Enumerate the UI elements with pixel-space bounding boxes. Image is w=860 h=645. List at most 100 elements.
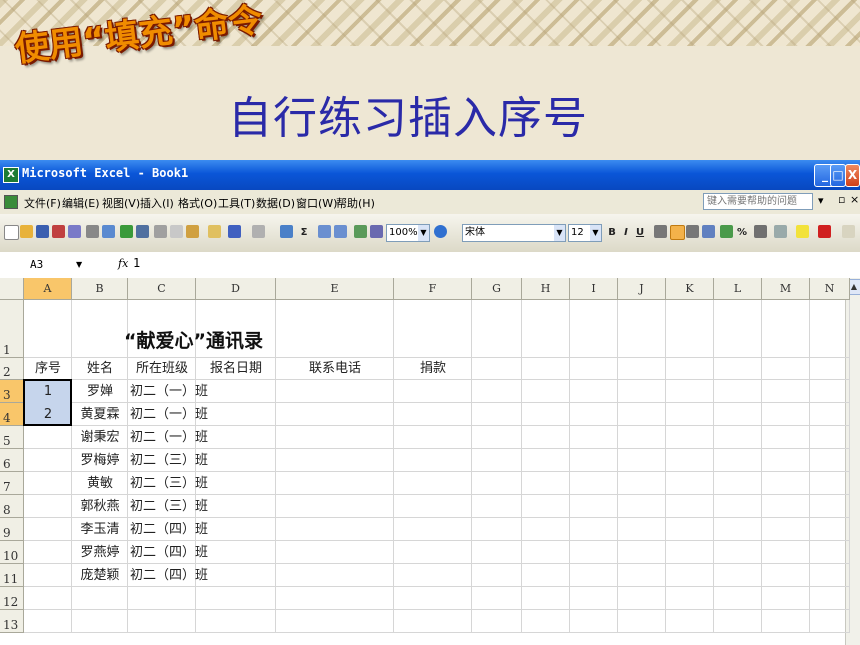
cell[interactable]	[276, 564, 394, 587]
serial-cell[interactable]	[24, 426, 72, 449]
cell[interactable]	[666, 403, 714, 426]
menu-edit[interactable]: 编辑(E)	[62, 195, 100, 211]
cell[interactable]	[394, 300, 472, 358]
menu-help[interactable]: 帮助(H)	[336, 195, 375, 211]
cell[interactable]	[196, 403, 276, 426]
cell[interactable]	[196, 380, 276, 403]
menu-tools[interactable]: 工具(T)	[218, 195, 255, 211]
cell[interactable]	[522, 495, 570, 518]
column-header-b[interactable]: B	[72, 278, 128, 300]
name-cell[interactable]: 罗燕婷	[72, 541, 128, 564]
serial-cell[interactable]	[24, 541, 72, 564]
cell[interactable]	[128, 587, 196, 610]
cell[interactable]	[276, 300, 394, 358]
cell[interactable]	[472, 449, 522, 472]
serial-cell[interactable]	[24, 518, 72, 541]
cell[interactable]	[276, 495, 394, 518]
chevron-down-icon[interactable]: ▾	[818, 194, 824, 207]
column-header-e[interactable]: E	[276, 278, 394, 300]
serial-cell[interactable]: 1	[24, 380, 72, 403]
column-header-f[interactable]: F	[394, 278, 472, 300]
sort-descending-icon[interactable]	[334, 225, 347, 238]
column-header-g[interactable]: G	[472, 278, 522, 300]
cell[interactable]	[570, 472, 618, 495]
indent-icon[interactable]	[754, 225, 767, 238]
font-select[interactable]: 宋体 ▼	[462, 224, 566, 242]
row-header-1[interactable]: 1	[0, 300, 24, 358]
hyperlink-icon[interactable]	[280, 225, 293, 238]
row-header-10[interactable]: 10	[0, 541, 24, 564]
email-icon[interactable]	[68, 225, 81, 238]
serial-cell[interactable]	[24, 564, 72, 587]
close-button[interactable]: X	[845, 164, 860, 187]
cell[interactable]	[570, 449, 618, 472]
cell[interactable]	[570, 541, 618, 564]
restore-icon[interactable]: ▫	[838, 193, 845, 206]
autosum-button[interactable]: Σ	[298, 224, 310, 242]
menu-file[interactable]: 文件(F)	[24, 195, 61, 211]
cell[interactable]	[810, 300, 850, 358]
help-search-input[interactable]	[703, 193, 813, 210]
cell[interactable]	[618, 541, 666, 564]
cell[interactable]	[762, 587, 810, 610]
cell[interactable]	[394, 610, 472, 633]
column-header-a[interactable]: A	[24, 278, 72, 300]
column-header-d[interactable]: D	[196, 278, 276, 300]
cell[interactable]	[196, 449, 276, 472]
cell[interactable]	[522, 403, 570, 426]
cut-icon[interactable]	[154, 225, 167, 238]
cell[interactable]	[570, 587, 618, 610]
cell[interactable]	[570, 403, 618, 426]
row-header-11[interactable]: 11	[0, 564, 24, 587]
column-header-k[interactable]: K	[666, 278, 714, 300]
merge-center-icon[interactable]	[702, 225, 715, 238]
cell[interactable]	[276, 380, 394, 403]
function-icon[interactable]: fx	[118, 257, 128, 270]
cell[interactable]	[276, 403, 394, 426]
column-header-i[interactable]: I	[570, 278, 618, 300]
name-cell[interactable]: 郭秋燕	[72, 495, 128, 518]
row-header-2[interactable]: 2	[0, 358, 24, 380]
menu-data[interactable]: 数据(D)	[256, 195, 295, 211]
cell[interactable]	[666, 358, 714, 380]
cell[interactable]	[714, 358, 762, 380]
cell[interactable]	[618, 300, 666, 358]
fill-color-icon[interactable]	[796, 225, 809, 238]
cell[interactable]	[714, 495, 762, 518]
paste-icon[interactable]	[186, 225, 199, 238]
cell[interactable]	[24, 587, 72, 610]
cell[interactable]	[666, 449, 714, 472]
name-cell[interactable]: 李玉清	[72, 518, 128, 541]
borders-icon[interactable]	[774, 225, 787, 238]
cell[interactable]	[522, 587, 570, 610]
cell[interactable]	[276, 587, 394, 610]
cell[interactable]	[762, 403, 810, 426]
cell[interactable]	[72, 610, 128, 633]
cell[interactable]	[472, 472, 522, 495]
cell[interactable]	[618, 426, 666, 449]
column-header-m[interactable]: M	[762, 278, 810, 300]
name-cell[interactable]: 罗梅婷	[72, 449, 128, 472]
cell[interactable]	[570, 495, 618, 518]
align-right-icon[interactable]	[686, 225, 699, 238]
menu-format[interactable]: 格式(O)	[178, 195, 217, 211]
row-header-6[interactable]: 6	[0, 449, 24, 472]
cell[interactable]	[618, 403, 666, 426]
cell[interactable]	[714, 380, 762, 403]
cell[interactable]	[394, 380, 472, 403]
bold-button[interactable]: B	[606, 224, 618, 242]
cell[interactable]	[666, 541, 714, 564]
cell[interactable]	[666, 518, 714, 541]
serial-cell[interactable]: 2	[24, 403, 72, 426]
cell[interactable]	[472, 380, 522, 403]
row-header-9[interactable]: 9	[0, 518, 24, 541]
currency-icon[interactable]	[720, 225, 733, 238]
cell[interactable]	[472, 541, 522, 564]
cell[interactable]	[276, 449, 394, 472]
drawing-icon[interactable]	[370, 225, 383, 238]
cell[interactable]	[714, 564, 762, 587]
cell[interactable]	[24, 610, 72, 633]
cell[interactable]	[666, 610, 714, 633]
print-preview-icon[interactable]	[102, 225, 115, 238]
toolbar-options-icon[interactable]	[842, 225, 855, 238]
